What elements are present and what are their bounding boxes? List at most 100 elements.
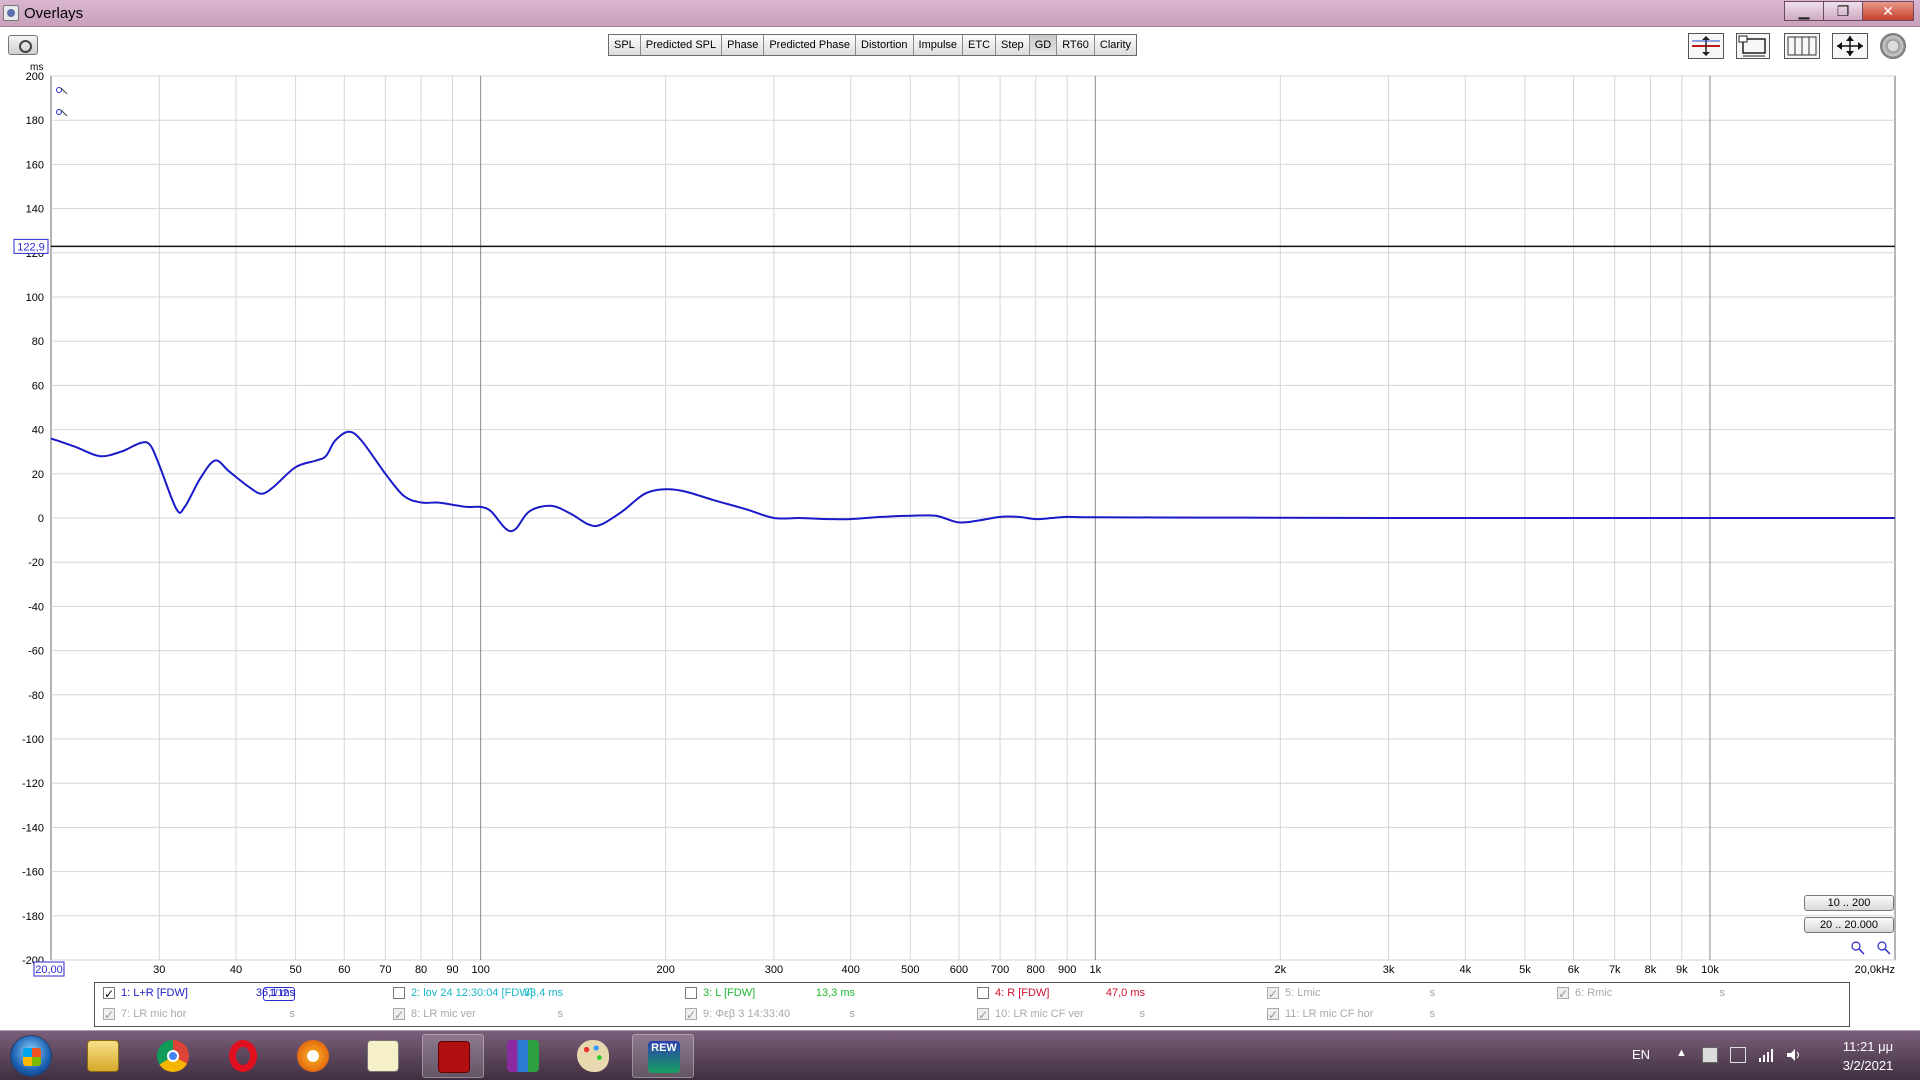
y-tick-label: -160	[22, 867, 44, 879]
legend-checkbox[interactable]	[1267, 1005, 1279, 1025]
graph-canvas[interactable]: 200180160140120100806040200-20-40-60-80-…	[0, 62, 1920, 982]
x-tick-label: 20,0kHz	[1855, 964, 1895, 976]
range-button-20-20000[interactable]: 20 .. 20.000	[1804, 917, 1894, 933]
x-tick-label: 8k	[1645, 964, 1657, 976]
language-indicator[interactable]: EN	[1632, 1047, 1650, 1062]
legend-value: s	[1429, 1008, 1436, 1020]
y-tick-label: -80	[28, 690, 44, 702]
legend-checkbox[interactable]	[103, 1005, 115, 1025]
cursor-value: 122,9	[17, 241, 45, 253]
explorer-icon[interactable]	[72, 1034, 134, 1078]
tab-clarity[interactable]: Clarity	[1094, 35, 1137, 55]
legend-item: 3: L [FDW] 13,3 ms	[685, 983, 975, 1003]
x-tick-label: 3k	[1383, 964, 1395, 976]
tab-gd[interactable]: GD	[1029, 35, 1058, 55]
legend-item: 6: Rmic s	[1557, 983, 1847, 1004]
tab-rt60[interactable]: RT60	[1057, 35, 1095, 55]
opera-icon[interactable]	[212, 1034, 274, 1078]
legend-checkbox[interactable]	[977, 1005, 989, 1025]
x-tick-label: 100	[471, 964, 489, 976]
x-tick-label: 600	[950, 964, 968, 976]
tab-spl[interactable]: SPL	[609, 35, 641, 55]
legend-checkbox[interactable]	[393, 1005, 405, 1025]
legend-label[interactable]: 7: LR mic hor	[121, 1004, 186, 1024]
app-red-icon[interactable]	[422, 1034, 484, 1078]
x-tick-label: 500	[901, 964, 919, 976]
tab-distortion[interactable]: Distortion	[856, 35, 914, 55]
system-clock[interactable]: 11:21 μμ 3/2/2021	[1828, 1037, 1908, 1075]
legend-value: s	[1719, 987, 1726, 999]
y-tick-label: 160	[26, 159, 44, 171]
chrome-icon[interactable]	[142, 1034, 204, 1078]
legend-label[interactable]: 6: Rmic	[1575, 983, 1612, 1003]
x-tick-label: 70	[379, 964, 391, 976]
close-button[interactable]: ✕	[1862, 1, 1914, 21]
y-tick-label: -20	[28, 557, 44, 569]
x-tick-label: 900	[1058, 964, 1076, 976]
y-tick-label: -180	[22, 911, 44, 923]
tab-impulse[interactable]: Impulse	[913, 35, 964, 55]
tab-predicted-spl[interactable]: Predicted SPL	[640, 35, 723, 55]
legend-item: 11: LR mic CF hor s	[1267, 1004, 1557, 1025]
y-tick-label: 60	[32, 380, 44, 392]
legend-label[interactable]: 11: LR mic CF hor	[1285, 1004, 1373, 1024]
start-button[interactable]	[10, 1035, 52, 1077]
legend-label[interactable]: 5: Lmic	[1285, 983, 1320, 1003]
paint-icon[interactable]	[562, 1034, 624, 1078]
tab-etc[interactable]: ETC	[963, 35, 997, 55]
legend-value: s	[557, 1008, 564, 1020]
restore-icon: ❐	[1836, 2, 1850, 19]
legend-item: 1: L+R [FDW]1/1236,1 ms	[103, 983, 393, 1004]
legend-label[interactable]: 9: Φεβ 3 14:33:40	[703, 1004, 790, 1024]
tab-phase[interactable]: Phase	[722, 35, 765, 55]
legend-label[interactable]: 4: R [FDW]	[995, 983, 1049, 1003]
legend-checkbox[interactable]	[1557, 984, 1569, 1004]
clock-date: 3/2/2021	[1842, 1058, 1894, 1073]
tab-predicted-phase[interactable]: Predicted Phase	[764, 35, 857, 55]
range-button-10-200[interactable]: 10 .. 200	[1804, 895, 1894, 911]
x-tick-label: 1k	[1089, 964, 1101, 976]
legend-label[interactable]: 8: LR mic ver	[411, 1004, 476, 1024]
rew-overlays-window: Overlays ▁ ❐ ✕ SPL Predicted SPL Phase Pred…	[0, 0, 1920, 1080]
legend-checkbox[interactable]	[393, 987, 405, 999]
legend-value: s	[1139, 1008, 1146, 1020]
notepad-icon[interactable]	[352, 1034, 414, 1078]
minimize-button[interactable]: ▁	[1784, 1, 1824, 21]
camera-icon[interactable]	[8, 35, 38, 55]
legend-checkbox[interactable]	[685, 987, 697, 999]
columns-icon[interactable]	[1784, 33, 1820, 59]
legend-checkbox[interactable]	[1267, 984, 1279, 1004]
window-controls: ▁ ❐ ✕	[1784, 1, 1914, 21]
tab-step[interactable]: Step	[996, 35, 1030, 55]
title-bar: Overlays ▁ ❐ ✕	[0, 0, 1920, 27]
flag-icon[interactable]	[1702, 1047, 1718, 1063]
rew-label: REW	[648, 1041, 680, 1073]
x-tick-label: 10k	[1701, 964, 1719, 976]
volume-icon[interactable]	[1786, 1047, 1802, 1063]
x-tick-label: 5k	[1519, 964, 1531, 976]
legend-checkbox[interactable]	[103, 984, 115, 1004]
window-fit-icon[interactable]	[1736, 33, 1770, 59]
gear-icon[interactable]	[1880, 33, 1906, 59]
x-tick-label: 60	[338, 964, 350, 976]
battery-icon[interactable]	[1730, 1047, 1746, 1063]
legend-label[interactable]: 10: LR mic CF ver	[995, 1004, 1084, 1024]
align-vertical-icon[interactable]	[1688, 33, 1724, 59]
maximize-button[interactable]: ❐	[1823, 1, 1863, 21]
rew-icon[interactable]: REW	[632, 1034, 694, 1078]
y-tick-label: 100	[26, 292, 44, 304]
legend-value: s	[289, 1008, 296, 1020]
network-icon[interactable]	[1758, 1047, 1774, 1063]
x-tick-label: 40	[230, 964, 242, 976]
legend-label[interactable]: 3: L [FDW]	[703, 983, 755, 1003]
legend-checkbox[interactable]	[977, 987, 989, 999]
legend-label[interactable]: 1: L+R [FDW]	[121, 983, 188, 1003]
move-arrows-icon[interactable]	[1832, 33, 1868, 59]
x-tick-label: 7k	[1609, 964, 1621, 976]
y-tick-label: 180	[26, 115, 44, 127]
tray-expand-icon[interactable]: ▲	[1676, 1047, 1687, 1059]
legend-checkbox[interactable]	[685, 1005, 697, 1025]
group-delay-graph[interactable]: 200180160140120100806040200-20-40-60-80-…	[0, 62, 1920, 982]
browser-icon[interactable]	[282, 1034, 344, 1078]
winrar-icon[interactable]	[492, 1034, 554, 1078]
